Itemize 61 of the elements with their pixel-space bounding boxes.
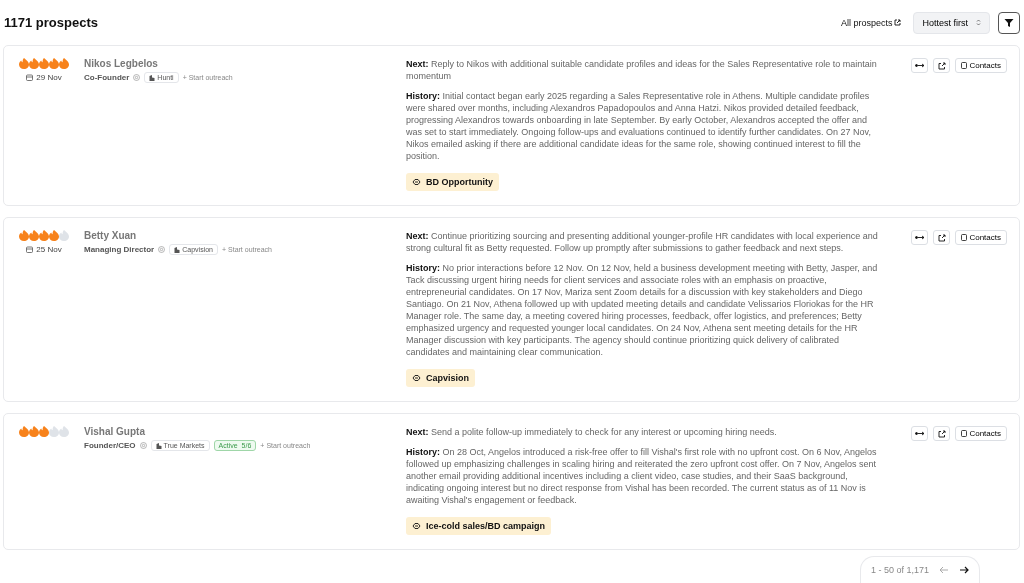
drop-icon	[59, 230, 69, 241]
prospect-name[interactable]: Vishal Gupta	[84, 426, 406, 437]
next-step-text: Next: Continue prioritizing sourcing and presenting additional younger-profile HR candidates with local experience and strong cultural fit as Betty requested. Follow up promptly after submissions to gather feedback and next steps.	[406, 230, 879, 254]
calendar-icon	[26, 246, 34, 253]
contact-card-icon	[961, 62, 968, 69]
filter-button[interactable]	[998, 11, 1020, 34]
flame-icon	[39, 426, 49, 437]
history-text: History: On 28 Oct, Angelos introduced a risk-free offer to fill Vishal's first role with no upfront cost. On 6 Nov, Angelos followed up emphasizing challenges in scaling hiring and reiterated the zero upfront cost offer. On 7 Nov, Angelos sent another email providing additional incentives including a client video, case studies, and their SaaS background, indicating ongoing interest but no direct response from Vishal has been recorded. The current status as of 11 Nov is awaiting Vishal's engagement or feedback.	[406, 446, 878, 506]
building-icon	[174, 246, 181, 253]
flame-icon	[39, 58, 49, 69]
prospect-role: Managing Director	[84, 245, 155, 254]
next-step-text: Next: Reply to Nikos with additional suitable candidate profiles and ideas for the Sales Representative role to maintain momentum	[406, 58, 878, 82]
link-button[interactable]	[911, 58, 929, 73]
history-text: History: Initial contact began early 2025 regarding a Sales Representative role in Athens. Multiple candidate profiles were shared over months, including Alexandros Papadopoulos and Anna Hatzi. Nikos provided detailed feedback, progressing Alexandros towards onboarding in late September. By early October, Alexandros accepted the offer and was set to start immediately. Ongoing follow-ups and evaluations continued to identify further candidates. On 27 Nov, Nikos emailed asking if there are additional candidate ideas for the same role, showing continued interest to fill the position.	[406, 90, 872, 162]
filter-icon	[1004, 17, 1014, 28]
share-icon	[937, 233, 946, 242]
contacts-button[interactable]: Contacts	[955, 230, 1007, 245]
flame-icon	[49, 230, 59, 241]
page-title: 1171 prospects	[4, 15, 99, 30]
flame-icon	[59, 58, 69, 69]
building-icon	[155, 442, 162, 449]
sort-icon	[976, 19, 981, 26]
share-button[interactable]	[933, 426, 951, 441]
campaign-tag: BD Opportunity	[406, 173, 499, 191]
contacts-button[interactable]: Contacts	[955, 426, 1007, 441]
prospect-role: Co-Founder	[84, 73, 130, 82]
prospect-role: Founder/CEO	[84, 441, 136, 450]
page-range: 1 - 50 of 1,171	[870, 565, 929, 575]
share-button[interactable]	[933, 230, 951, 245]
flame-icon	[49, 58, 59, 69]
flame-icon	[29, 426, 39, 437]
flame-icon	[19, 58, 29, 69]
date-label: 25 Nov	[26, 245, 62, 254]
campaign-tag: Capvision	[406, 369, 475, 387]
link-button[interactable]	[911, 426, 929, 441]
drop-icon	[59, 426, 69, 437]
flame-icon	[19, 230, 29, 241]
contact-card-icon	[961, 430, 968, 437]
next-step-text: Next: Send a polite follow-up immediately to check for any interest or upcoming hiring needs.	[406, 426, 778, 438]
sort-dropdown[interactable]: Hottest first	[913, 11, 990, 34]
building-icon	[149, 74, 156, 81]
external-link-icon	[894, 19, 902, 26]
date-label: 29 Nov	[26, 73, 62, 82]
flame-icon	[29, 58, 39, 69]
share-icon	[937, 61, 946, 70]
drop-icon	[49, 426, 59, 437]
contacts-button[interactable]: Contacts	[955, 58, 1007, 73]
flame-icon	[29, 230, 39, 241]
share-icon	[937, 429, 946, 438]
calendar-icon	[26, 74, 34, 81]
arrow-left-icon	[939, 566, 949, 574]
prospect-name[interactable]: Nikos Legbelos	[84, 58, 406, 69]
history-text: History: No prior interactions before 12 Nov. On 12 Nov, held a business development meeting with Betty, Jasper, and Tack discussing urgent hiring needs for client services and associate roles with an emphasis on proactive, entrepreneurial candidates. On 17 Nov, Mariza sent Zoom details for a discussion with key stakeholders and Diego Santiago. On 21 Nov, Athena followed up with updated meeting details and candidate Velissarios Floriokas for the HR Manager role. The same day, a meeting covered hiring processes, feedback, offer logistics, and preferences; Betty emphasized urgency and requested younger local candidates. On 24 Nov, Athena sent meeting details for the HR Manager discussion with key participants. The agency should continue prioritizing quick delivery of calibrated candidates and maintaining clear communication.	[406, 262, 879, 358]
flame-icon	[39, 230, 49, 241]
link-button[interactable]	[911, 230, 929, 245]
prospect-name[interactable]: Betty Xuan	[84, 230, 406, 241]
contact-card-icon	[961, 234, 968, 241]
share-button[interactable]	[933, 58, 951, 73]
all-prospects-link[interactable]: All prospects	[840, 17, 902, 28]
flame-icon	[19, 426, 29, 437]
campaign-tag: Ice-cold sales/BD campaign	[406, 517, 552, 535]
